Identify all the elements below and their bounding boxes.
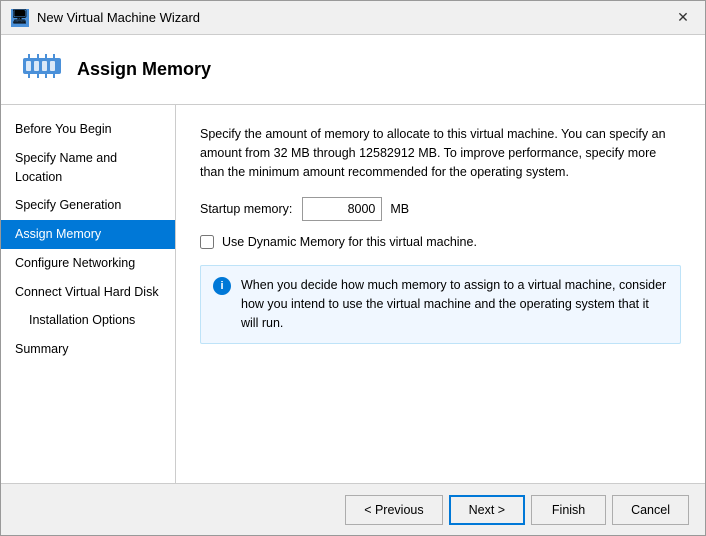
memory-icon [23,52,61,87]
info-box: i When you decide how much memory to ass… [200,265,681,343]
dialog-window: 🖥 New Virtual Machine Wizard ✕ [0,0,706,536]
description-text: Specify the amount of memory to allocate… [200,125,681,181]
sidebar: Before You Begin Specify Name and Locati… [1,105,176,483]
content-area: Before You Begin Specify Name and Locati… [1,105,705,483]
info-text: When you decide how much memory to assig… [241,276,668,332]
page-title: Assign Memory [77,59,211,80]
sidebar-item-installation-options[interactable]: Installation Options [1,306,175,335]
dynamic-memory-label[interactable]: Use Dynamic Memory for this virtual mach… [222,235,477,249]
titlebar: 🖥 New Virtual Machine Wizard ✕ [1,1,705,35]
dynamic-memory-checkbox[interactable] [200,235,214,249]
sidebar-item-before-you-begin[interactable]: Before You Begin [1,115,175,144]
memory-input[interactable] [302,197,382,221]
memory-label: Startup memory: [200,202,292,216]
titlebar-icon: 🖥 [11,9,29,27]
sidebar-item-specify-generation[interactable]: Specify Generation [1,191,175,220]
sidebar-item-summary[interactable]: Summary [1,335,175,364]
footer: < Previous Next > Finish Cancel [1,483,705,535]
info-icon: i [213,277,231,295]
sidebar-item-configure-networking[interactable]: Configure Networking [1,249,175,278]
next-button[interactable]: Next > [449,495,525,525]
sidebar-item-assign-memory[interactable]: Assign Memory [1,220,175,249]
memory-row: Startup memory: MB [200,197,681,221]
titlebar-title: New Virtual Machine Wizard [37,10,671,25]
sidebar-item-specify-name[interactable]: Specify Name and Location [1,144,175,192]
finish-button[interactable]: Finish [531,495,606,525]
header-section: Assign Memory [1,35,705,105]
close-button[interactable]: ✕ [671,6,695,30]
dynamic-memory-row: Use Dynamic Memory for this virtual mach… [200,235,681,249]
memory-unit: MB [390,202,409,216]
previous-button[interactable]: < Previous [345,495,442,525]
cancel-button[interactable]: Cancel [612,495,689,525]
main-content: Specify the amount of memory to allocate… [176,105,705,483]
header-icon [21,54,63,86]
sidebar-item-connect-vhd[interactable]: Connect Virtual Hard Disk [1,278,175,307]
